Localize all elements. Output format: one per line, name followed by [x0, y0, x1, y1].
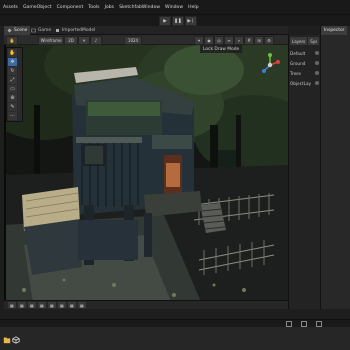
layer-row[interactable]: Default: [290, 49, 320, 57]
taskbar: [0, 327, 350, 350]
lighting-icon[interactable]: ☀: [78, 36, 90, 45]
step-button[interactable]: ▶❘: [185, 16, 197, 26]
tab-scene[interactable]: Scene: [4, 26, 31, 35]
rotate-icon[interactable]: ↻: [8, 67, 17, 75]
scene-viewport[interactable]: ✋ ✥ ↻ ⤢ ▭ ⊕ ✎ ⋯ Lock Draw Mode ▦ ▦ ▦ ▦ ▦…: [4, 45, 288, 309]
scale-icon[interactable]: ⤢: [8, 76, 17, 84]
gizmos-icon[interactable]: ◎: [214, 36, 224, 45]
menu-sketchfab[interactable]: SketchfabWindow: [119, 5, 160, 10]
overlay-icon-4[interactable]: ▦: [38, 302, 46, 308]
draw-mode-label: Lock Draw Mode: [200, 45, 243, 53]
transform-icon[interactable]: ⊕: [8, 94, 17, 102]
overlay-icon-3[interactable]: ▦: [28, 302, 36, 308]
tab-inspector-label: Inspector: [324, 28, 345, 33]
main-toolbar: ▶ ❚❚ ▶❘: [0, 14, 350, 26]
overlay-icon-1[interactable]: ▦: [8, 302, 16, 308]
camera-icon[interactable]: ◉: [204, 36, 214, 45]
dimension-toggle[interactable]: 2D: [64, 36, 78, 45]
tab-scene-label: Scene: [14, 28, 28, 33]
visibility-icon[interactable]: [315, 71, 319, 75]
overlay-icon-2[interactable]: ▦: [18, 302, 26, 308]
scene-render: [4, 45, 288, 309]
visibility-icon[interactable]: [315, 51, 319, 55]
play-controls: ▶ ❚❚ ▶❘: [159, 16, 197, 26]
tab-imported-model-label: ImportedModel: [62, 28, 96, 33]
menu-bar: Assets GameObject Component Tools Jobs S…: [0, 0, 350, 14]
grid-size[interactable]: 1024: [124, 36, 142, 45]
visibility-icon[interactable]: [315, 81, 319, 85]
tab-game[interactable]: Game: [28, 26, 54, 35]
tab-imported-model[interactable]: ImportedModel: [52, 26, 98, 35]
menu-items: Assets GameObject Component Tools Jobs S…: [3, 0, 199, 14]
extra-tool-icon[interactable]: ⋯: [8, 112, 17, 120]
tab-inspector[interactable]: Inspector: [321, 26, 348, 35]
grid-icon[interactable]: #: [244, 36, 254, 45]
folder-icon[interactable]: [3, 336, 11, 344]
model-icon: [56, 29, 59, 32]
play-button[interactable]: ▶: [159, 16, 171, 26]
system-tab[interactable]: Sys: [308, 37, 320, 45]
layer-label: Ground: [290, 60, 306, 66]
menu-assets[interactable]: Assets: [3, 5, 18, 10]
layer-label: ObjectLay: [290, 80, 312, 86]
tool-palette: ✋ ✥ ↻ ⤢ ▭ ⊕ ✎ ⋯: [6, 47, 23, 122]
audio-icon[interactable]: ♪: [90, 36, 102, 45]
settings-icon[interactable]: ⚙: [264, 36, 274, 45]
menu-gameobject[interactable]: GameObject: [23, 5, 52, 10]
shading-mode-dropdown[interactable]: Wireframe: [38, 36, 64, 45]
layers-panel: Layers Sys Default Ground Trees ObjectLa…: [288, 35, 320, 309]
hand-icon[interactable]: ✋: [8, 49, 17, 57]
unity-icon[interactable]: [12, 336, 20, 344]
rect-tool-icon[interactable]: ▭: [8, 85, 17, 93]
scene-overlay-bar: ▦ ▦ ▦ ▦ ▦ ▦ ▦ ▦: [4, 300, 288, 309]
search-icon[interactable]: ⌕: [234, 36, 244, 45]
inspector-panel: Inspector: [320, 26, 350, 309]
snap-icon[interactable]: ⊞: [254, 36, 264, 45]
scene-tabbar: Scene Game ImportedModel: [4, 26, 288, 35]
layers-tab[interactable]: Layers: [290, 37, 308, 45]
layer-label: Default: [290, 50, 306, 56]
game-icon: [31, 28, 36, 33]
menu-window[interactable]: Window: [165, 5, 183, 10]
scene-icon: [7, 28, 12, 33]
overlay-icon-5[interactable]: ▦: [48, 302, 56, 308]
tab-game-label: Game: [38, 28, 52, 33]
layer-row[interactable]: Trees: [290, 69, 320, 77]
pause-button[interactable]: ❚❚: [172, 16, 184, 26]
layers-toggle-icon[interactable]: ≡: [224, 36, 234, 45]
overlay-icon-6[interactable]: ▦: [58, 302, 66, 308]
menu-component[interactable]: Component: [57, 5, 84, 10]
orientation-gizmo-icon[interactable]: [258, 53, 282, 77]
layer-row[interactable]: ObjectLay: [290, 79, 320, 87]
layer-label: Trees: [290, 70, 301, 76]
menu-tools[interactable]: Tools: [88, 5, 99, 10]
menu-help[interactable]: Help: [188, 5, 198, 10]
layer-row[interactable]: Ground: [290, 59, 320, 67]
status-bar: [0, 319, 350, 327]
visibility-icon[interactable]: [315, 61, 319, 65]
hand-tool-icon[interactable]: ✋: [6, 36, 18, 45]
move-icon[interactable]: ✥: [8, 58, 17, 66]
effects-icon[interactable]: ✦: [194, 36, 204, 45]
overlay-icon-7[interactable]: ▦: [68, 302, 76, 308]
overlay-icon-8[interactable]: ▦: [78, 302, 86, 308]
custom-tool-icon[interactable]: ✎: [8, 103, 17, 111]
menu-jobs[interactable]: Jobs: [105, 5, 114, 10]
layers-header: Layers Sys: [289, 37, 323, 45]
scene-toolbar: ✋ Wireframe 2D ☀ ♪ 1024 ✦ ◉ ◎ ≡ ⌕ # ⊞ ⚙: [4, 35, 288, 45]
